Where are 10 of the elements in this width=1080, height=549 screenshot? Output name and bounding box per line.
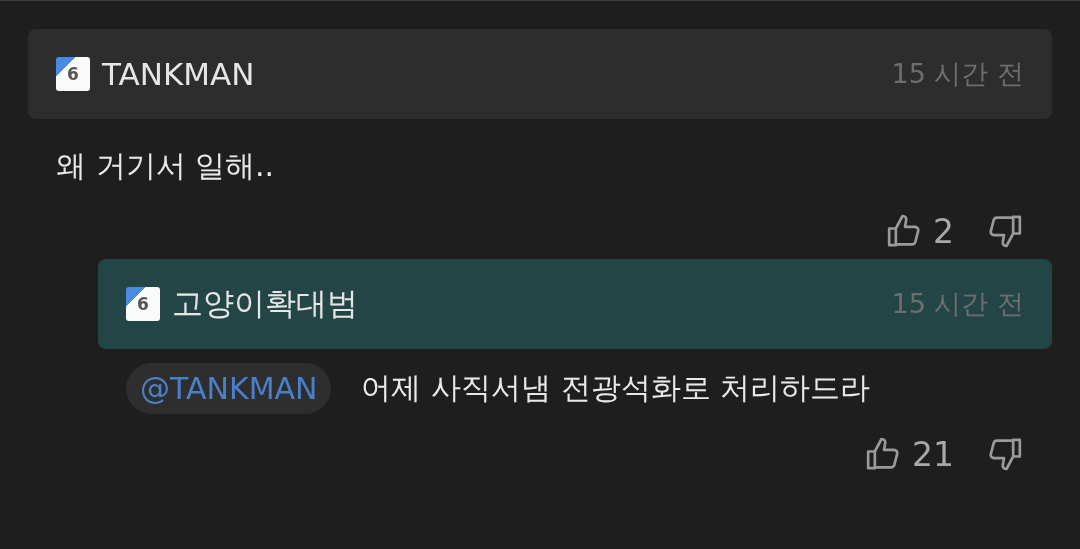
comment-text: 어제 사직서냄 전광석화로 처리하드라 bbox=[361, 369, 871, 407]
comment-text: 왜 거기서 일해.. bbox=[56, 146, 275, 185]
timestamp: 15 시간 전 bbox=[891, 287, 1024, 321]
level-badge: 6 bbox=[126, 287, 160, 321]
level-badge: 6 bbox=[56, 57, 90, 91]
author-name[interactable]: TANKMAN bbox=[102, 56, 255, 92]
timestamp: 15 시간 전 bbox=[891, 57, 1024, 91]
like-button[interactable]: 2 bbox=[885, 203, 954, 259]
like-button[interactable]: 21 bbox=[864, 426, 954, 482]
author-name[interactable]: 고양이확대범 bbox=[172, 283, 358, 325]
